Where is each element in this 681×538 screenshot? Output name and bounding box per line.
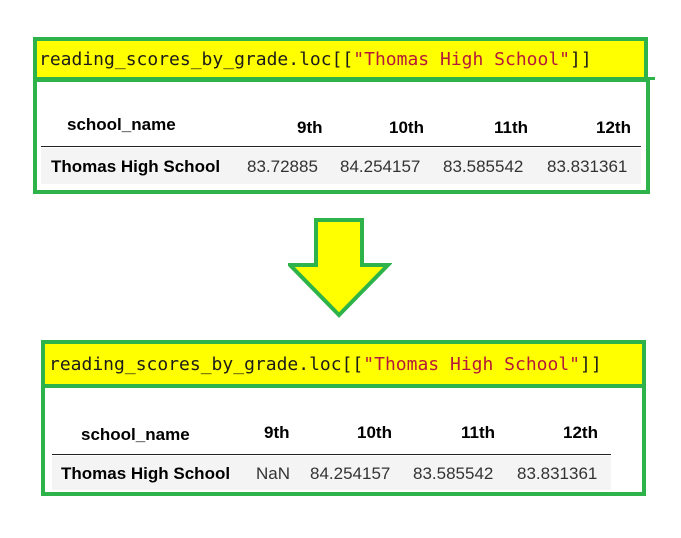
top-row-label: Thomas High School (51, 157, 221, 176)
top-code-suffix: ]] (570, 48, 592, 70)
top-table-accent-line (560, 77, 655, 80)
down-arrow-icon (288, 218, 392, 318)
top-val-11th: 83.585542 (443, 157, 524, 176)
bottom-header-divider (52, 454, 611, 455)
top-header-divider (41, 146, 641, 147)
bottom-col-12th: 12th (563, 423, 598, 442)
top-col-9th: 9th (297, 118, 323, 137)
bottom-code-suffix: ]] (580, 353, 602, 375)
top-col-11th: 11th (494, 118, 529, 137)
bottom-col-11th: 11th (461, 423, 496, 442)
top-val-12th: 83.831361 (547, 157, 628, 176)
bottom-val-11th: 83.585542 (413, 464, 494, 483)
top-val-9th: 83.72885 (247, 157, 318, 176)
bottom-col-10th: 10th (357, 423, 392, 442)
top-val-10th: 84.254157 (340, 157, 421, 176)
bottom-code-prefix: reading_scores_by_grade.loc[[ (49, 353, 364, 375)
top-code-prefix: reading_scores_by_grade.loc[[ (39, 48, 354, 70)
top-code-string: "Thomas High School" (353, 48, 571, 70)
bottom-col-9th: 9th (264, 423, 290, 442)
bottom-val-12th: 83.831361 (517, 464, 598, 483)
bottom-val-9th: NaN (256, 464, 291, 483)
bottom-val-10th: 84.254157 (310, 464, 391, 483)
top-code-line[interactable]: reading_scores_by_grade.loc[["Thomas Hig… (33, 37, 648, 81)
bottom-index-header: school_name (81, 425, 190, 444)
top-index-header: school_name (67, 115, 176, 134)
bottom-code-line[interactable]: reading_scores_by_grade.loc[["Thomas Hig… (41, 340, 646, 388)
top-col-10th: 10th (389, 118, 424, 137)
top-col-12th: 12th (596, 118, 631, 137)
bottom-row-label: Thomas High School (61, 464, 231, 483)
bottom-code-string: "Thomas High School" (363, 353, 581, 375)
